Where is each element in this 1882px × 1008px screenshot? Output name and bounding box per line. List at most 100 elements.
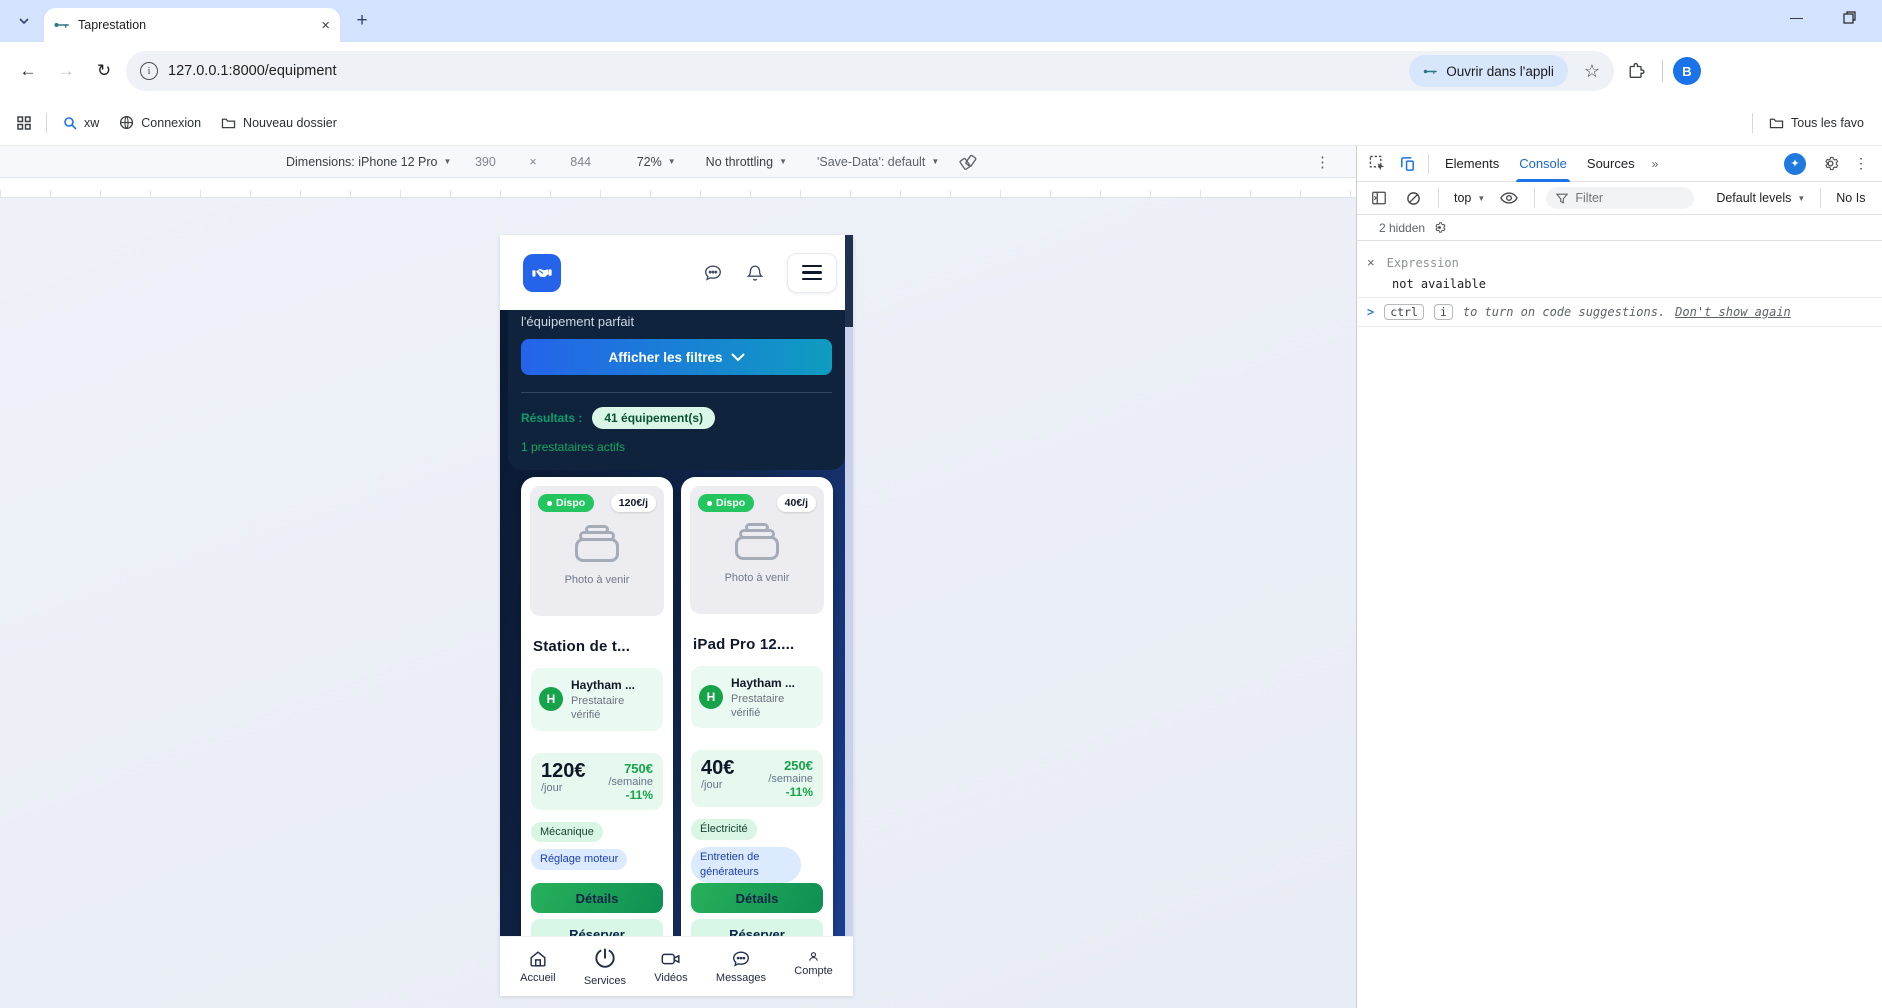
services-icon	[592, 946, 618, 972]
throttling-value: No throttling	[706, 155, 773, 169]
throttling-selector[interactable]: No throttling ▼	[702, 152, 791, 172]
bookmark-item-connexion[interactable]: Connexion	[111, 111, 209, 134]
bookmark-label: Connexion	[141, 116, 201, 130]
new-tab-button[interactable]: +	[348, 7, 376, 35]
app-logo[interactable]	[523, 254, 561, 292]
bookmark-item-nouveau-dossier[interactable]: Nouveau dossier	[213, 112, 345, 134]
context-selector[interactable]: top ▼	[1450, 189, 1489, 207]
expression-placeholder[interactable]: Expression	[1387, 256, 1459, 270]
devtools-separator	[1428, 154, 1429, 174]
url-text[interactable]: 127.0.0.1:8000/equipment	[168, 63, 1399, 79]
availability-badge: Dispo	[538, 494, 594, 512]
bookmark-item-xw[interactable]: xw	[55, 112, 107, 134]
extensions-icon[interactable]	[1620, 55, 1652, 87]
open-in-app-button[interactable]: Ouvrir dans l'appli	[1409, 55, 1568, 87]
hero-panel: l'équipement parfait Afficher les filtre…	[508, 310, 845, 470]
viewport-width-input[interactable]: 390	[463, 155, 507, 169]
close-expression-icon[interactable]: ×	[1367, 255, 1375, 270]
bookmark-star-icon[interactable]: ☆	[1578, 61, 1606, 82]
device-toolbar-more-icon[interactable]: ⋮	[1315, 153, 1330, 171]
price-per-week: 750€	[608, 761, 653, 776]
hidden-count-label: 2 hidden	[1379, 221, 1425, 235]
nav-item-compte[interactable]: Compte	[794, 951, 833, 977]
back-button[interactable]: ←	[12, 55, 44, 87]
console-filter[interactable]	[1546, 187, 1694, 209]
service-tag: Réglage moteur	[531, 849, 627, 870]
category-tag: Électricité	[691, 819, 757, 840]
settings-gear-icon[interactable]	[1816, 151, 1844, 177]
bookmark-label: Nouveau dossier	[243, 116, 337, 130]
tab-elements[interactable]: Elements	[1436, 146, 1508, 182]
devtools-menu-icon[interactable]: ⋮	[1854, 155, 1868, 172]
apps-grid-icon[interactable]	[10, 110, 38, 136]
tab-search-button[interactable]	[10, 7, 38, 35]
menu-button[interactable]	[787, 253, 837, 293]
log-levels-selector[interactable]: Default levels ▼	[1712, 189, 1809, 207]
profile-avatar[interactable]: B	[1673, 57, 1701, 85]
open-in-app-label: Ouvrir dans l'appli	[1446, 64, 1554, 79]
devtools-separator	[1820, 188, 1821, 208]
browser-tab[interactable]: Taprestation ×	[44, 8, 340, 42]
issues-counter[interactable]: No Is	[1832, 189, 1869, 207]
forward-button[interactable]: →	[50, 55, 82, 87]
filter-settings-gear-icon[interactable]	[1433, 221, 1446, 234]
tab-console[interactable]: Console	[1510, 146, 1576, 182]
site-info-icon[interactable]: i	[140, 62, 158, 80]
nav-item-services[interactable]: Services	[584, 946, 626, 987]
price-box: 120€ /jour 750€ /semaine -11%	[531, 753, 663, 810]
details-button[interactable]: Détails	[531, 883, 663, 913]
console-toolbar: top ▼ Default levels ▼ No Is	[1357, 182, 1882, 215]
ai-assistant-icon[interactable]: ✦	[1784, 153, 1806, 175]
price-badge: 120€/j	[611, 494, 656, 512]
minimize-button[interactable]: —	[1790, 10, 1803, 25]
dont-show-again-link[interactable]: Don't show again	[1675, 305, 1791, 319]
price-per-day: 40€	[701, 757, 734, 779]
chevron-down-icon	[731, 353, 745, 362]
tab-close-icon[interactable]: ×	[321, 18, 330, 33]
tab-sources[interactable]: Sources	[1578, 146, 1644, 182]
nav-item-videos[interactable]: Vidéos	[654, 949, 687, 984]
photo-placeholder: Dispo 40€/j Photo à venir	[690, 486, 824, 614]
inspect-element-icon[interactable]	[1363, 151, 1391, 177]
all-bookmarks-folder[interactable]: Tous les favo	[1761, 112, 1872, 134]
tab-strip: Taprestation × + —	[0, 0, 1882, 42]
nav-item-messages[interactable]: Messages	[716, 949, 766, 984]
chevron-down-icon: ▼	[668, 157, 676, 166]
discount-label: -11%	[608, 788, 653, 802]
notifications-bell-icon[interactable]	[745, 263, 765, 283]
details-button[interactable]: Détails	[691, 883, 823, 913]
device-selector[interactable]: Dimensions: iPhone 12 Pro ▼	[282, 152, 455, 172]
equipment-card-list: Dispo 120€/j Photo à venir Station de t.…	[500, 470, 853, 959]
more-tabs-icon[interactable]: »	[1646, 157, 1665, 171]
console-prompt-icon: >	[1367, 305, 1374, 319]
save-data-selector[interactable]: 'Save-Data': default ▼	[813, 152, 943, 172]
equipment-card: Dispo 40€/j Photo à venir iPad Pro 12...…	[681, 477, 833, 959]
restore-button[interactable]	[1843, 11, 1856, 24]
photo-placeholder: Dispo 120€/j Photo à venir	[530, 486, 664, 616]
provider-box: H Haytham ... Prestataire vérifié	[691, 666, 823, 729]
zoom-selector[interactable]: 72% ▼	[633, 152, 680, 172]
page-scrollbar[interactable]	[845, 235, 853, 937]
show-filters-button[interactable]: Afficher les filtres	[521, 339, 832, 375]
console-sidebar-toggle-icon[interactable]	[1365, 185, 1393, 211]
scrollbar-thumb[interactable]	[845, 235, 853, 327]
live-expression-eye-icon[interactable]	[1495, 185, 1523, 211]
bookmarks-separator	[1752, 113, 1753, 133]
discount-label: -11%	[768, 785, 813, 799]
device-toolbar-toggle-icon[interactable]	[1393, 151, 1421, 177]
chat-icon[interactable]	[703, 263, 723, 283]
viewport-height-input[interactable]: 844	[559, 155, 603, 169]
nav-label: Vidéos	[654, 972, 687, 984]
reload-button[interactable]: ↻	[88, 55, 120, 87]
emulation-ruler	[0, 178, 1356, 198]
filter-input[interactable]	[1575, 191, 1675, 205]
chevron-down-icon: ▼	[931, 157, 939, 166]
globe-icon	[119, 115, 134, 130]
address-bar[interactable]: i 127.0.0.1:8000/equipment Ouvrir dans l…	[126, 51, 1614, 91]
rotate-device-icon[interactable]	[959, 153, 977, 171]
dot-icon	[547, 501, 552, 506]
clear-console-icon[interactable]	[1399, 185, 1427, 211]
home-icon	[528, 949, 548, 969]
nav-item-accueil[interactable]: Accueil	[520, 949, 555, 984]
equipment-title: iPad Pro 12....	[693, 636, 821, 653]
